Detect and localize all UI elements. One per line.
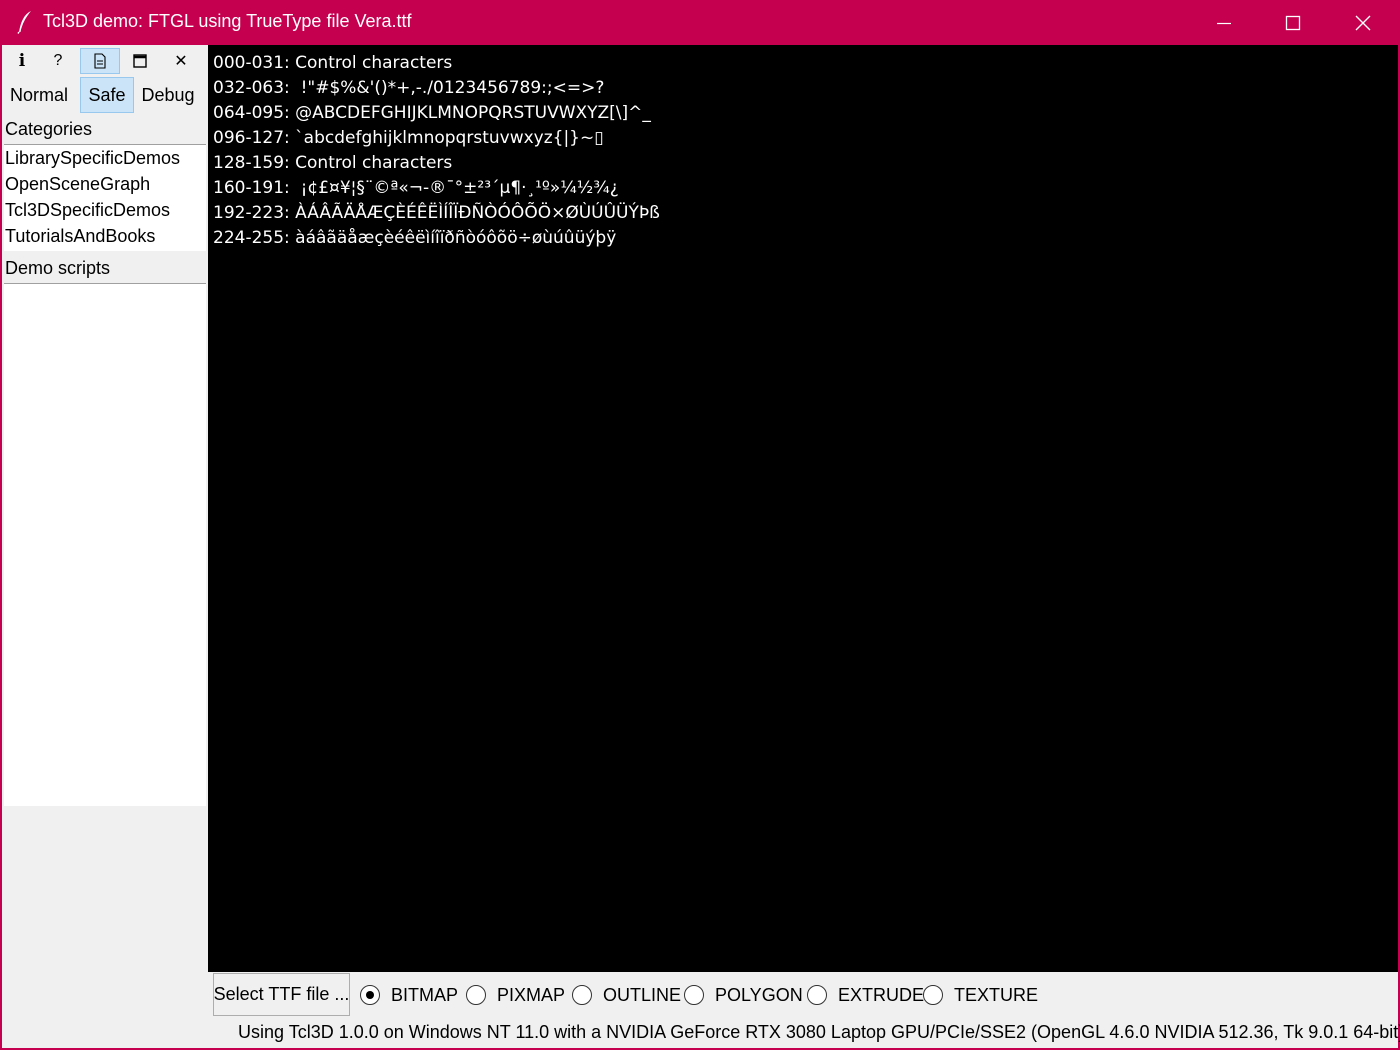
document-icon [94, 53, 106, 69]
maximize-view-button[interactable] [120, 48, 160, 74]
window-title: Tcl3D demo: FTGL using TrueType file Ver… [43, 11, 412, 31]
debug-mode-button[interactable]: Debug [136, 77, 200, 113]
radio-indicator [466, 985, 486, 1005]
title-bar[interactable]: Tcl3D demo: FTGL using TrueType file Ver… [0, 0, 1400, 45]
demo-scripts-listbox[interactable] [4, 283, 206, 806]
radio-label: PIXMAP [497, 984, 566, 1005]
radio-indicator [360, 985, 380, 1005]
radio-indicator [684, 985, 704, 1005]
radio-indicator [572, 985, 592, 1005]
categories-listbox[interactable]: LibrarySpecificDemos OpenSceneGraph Tcl3… [4, 144, 206, 251]
category-item[interactable]: Tcl3DSpecificDemos [4, 197, 206, 223]
status-bar-text: Using Tcl3D 1.0.0 on Windows NT 11.0 wit… [238, 1022, 1400, 1042]
demo-scripts-label: Demo scripts [5, 258, 111, 278]
radio-texture[interactable]: TEXTURE [923, 983, 1038, 1007]
info-icon: i [18, 51, 26, 71]
radio-outline[interactable]: OUTLINE [572, 983, 681, 1007]
radio-indicator [807, 985, 827, 1005]
radio-pixmap[interactable]: PIXMAP [466, 983, 565, 1007]
radio-bitmap[interactable]: BITMAP [360, 983, 458, 1007]
minimize-button[interactable] [1189, 0, 1259, 45]
char-range-line: 032-063: !"#$%&'()*+,-./0123456789:;<=>? [213, 78, 605, 98]
char-range-line: 224-255: àáâãäåæçèéêëìíîïðñòóôõö÷øùúûüýþ… [213, 228, 617, 248]
help-icon: ? [53, 52, 63, 69]
safe-mode-button[interactable]: Safe [80, 77, 134, 113]
close-icon: ✕ [174, 53, 188, 70]
select-ttf-file-button[interactable]: Select TTF file ... [213, 973, 350, 1016]
client-area: i ? ✕ Normal Safe Debug Categories Libra… [2, 45, 1400, 1048]
char-range-line: 000-031: Control characters [213, 53, 453, 73]
categories-label: Categories [5, 119, 93, 139]
radio-label: BITMAP [391, 984, 459, 1005]
char-range-line: 096-127: `abcdefghijklmnopqrstuvwxyz{|}~… [213, 128, 604, 148]
char-range-line: 128-159: Control characters [213, 153, 453, 173]
char-range-line: 192-223: ÀÁÂÃÄÅÆÇÈÉÊËÌÍÎÏÐÑÒÓÔÕÖ×ØÙÚÛÜÝÞ… [213, 203, 660, 223]
radio-indicator [923, 985, 943, 1005]
document-button[interactable] [80, 48, 120, 74]
radio-label: POLYGON [715, 984, 803, 1005]
char-range-line: 160-191: ¡¢£¤¥¦§¨©ª«¬-®¯°±²³´µ¶·¸¹º»¼½¾¿ [213, 178, 619, 198]
category-item[interactable]: LibrarySpecificDemos [4, 145, 206, 171]
left-panel: i ? ✕ Normal Safe Debug Categories Libra… [2, 45, 207, 1048]
radio-label: EXTRUDE [838, 984, 925, 1005]
radio-label: TEXTURE [954, 984, 1039, 1005]
maximize-icon [133, 54, 147, 68]
help-button[interactable]: ? [38, 48, 78, 74]
radio-polygon[interactable]: POLYGON [684, 983, 803, 1007]
exit-button[interactable]: ✕ [161, 48, 201, 74]
feather-icon [17, 11, 31, 34]
maximize-icon [1285, 15, 1301, 30]
char-range-line: 064-095: @ABCDEFGHIJKLMNOPQRSTUVWXYZ[\]^… [213, 103, 651, 123]
close-icon [1355, 15, 1371, 30]
minimize-icon [1217, 22, 1231, 24]
opengl-canvas[interactable]: 000-031: Control characters 032-063: !"#… [208, 45, 1398, 972]
radio-extrude[interactable]: EXTRUDE [807, 983, 924, 1007]
maximize-button[interactable] [1258, 0, 1328, 45]
normal-mode-button[interactable]: Normal [2, 77, 76, 113]
radio-label: OUTLINE [603, 984, 682, 1005]
category-item[interactable]: TutorialsAndBooks [4, 223, 206, 249]
category-item[interactable]: OpenSceneGraph [4, 171, 206, 197]
close-button[interactable] [1328, 0, 1398, 45]
info-button[interactable]: i [2, 48, 42, 74]
